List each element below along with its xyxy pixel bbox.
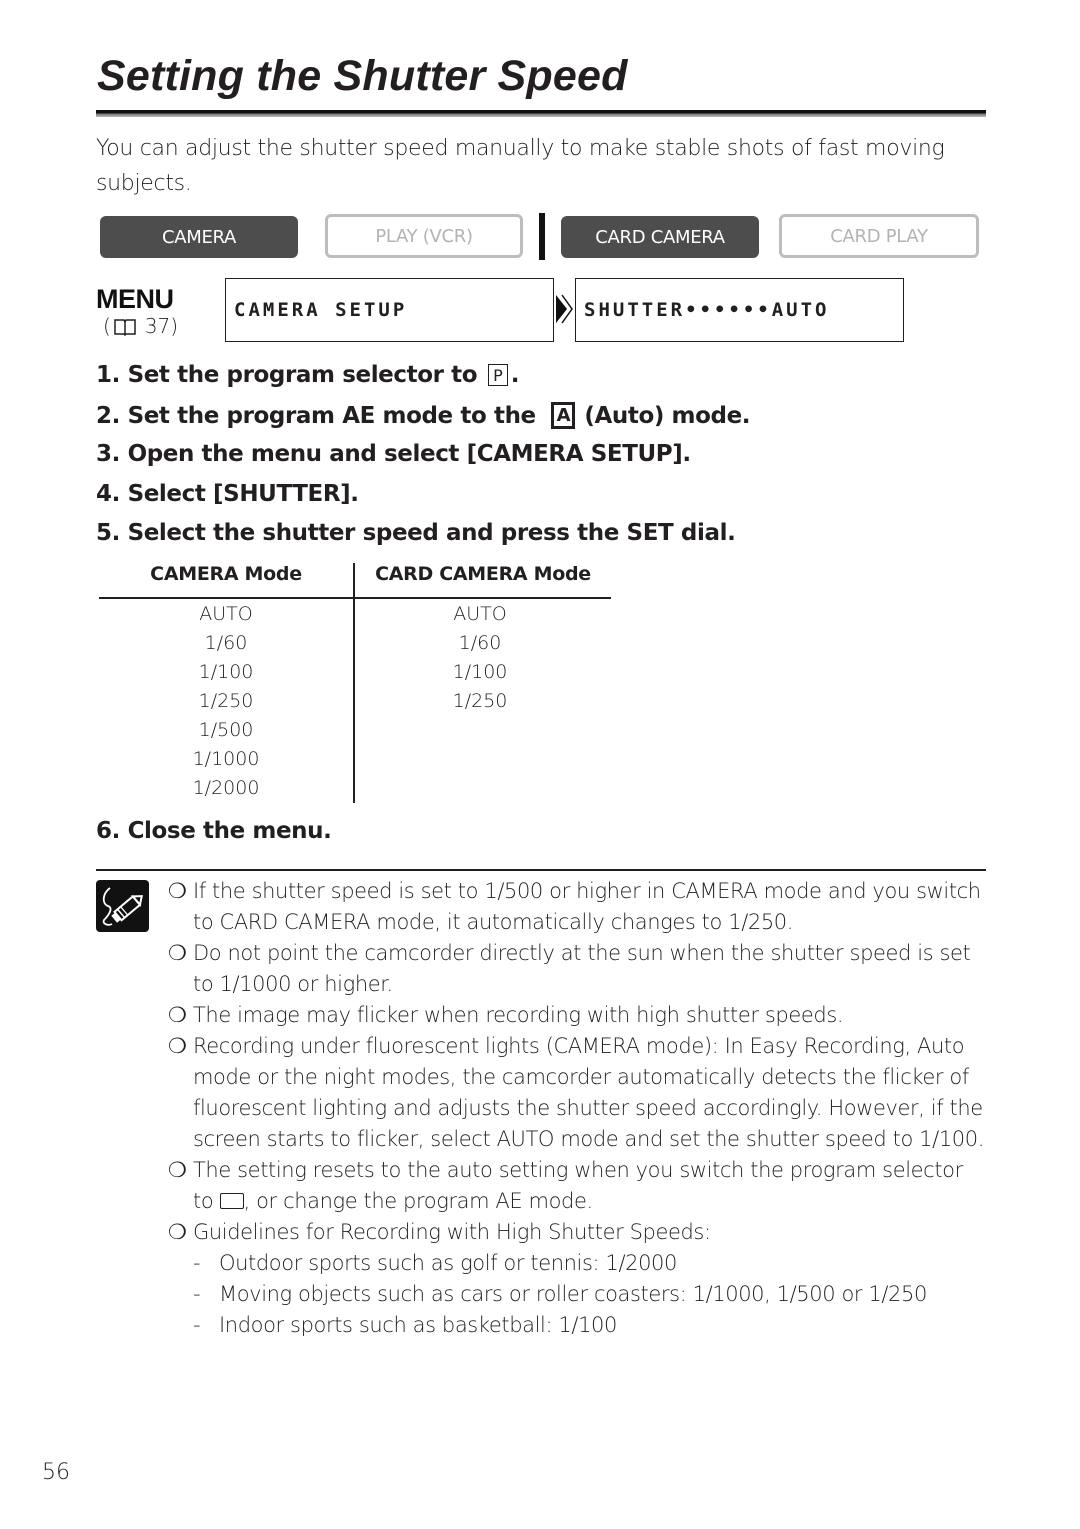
title-rule: [96, 110, 986, 117]
menu-logo: MENU: [96, 284, 174, 314]
step-text: Select [SHUTTER].: [127, 481, 359, 507]
notes-list: ❍ If the shutter speed is set to 1/500 or…: [168, 876, 988, 1341]
step-number: 1.: [96, 362, 120, 388]
program-selector-p-icon: P: [487, 364, 508, 386]
table-cell: 1/60: [458, 632, 502, 654]
step-text: Open the menu and select [CAMERA SETUP].: [127, 441, 692, 467]
table-header-rule: [99, 597, 611, 599]
bullet-icon: ❍: [168, 879, 187, 903]
step-number: 5.: [96, 520, 120, 546]
mode-camera: CAMERA: [100, 216, 298, 258]
ref-page: 37): [144, 314, 179, 338]
table-cell: 1/100: [198, 661, 254, 683]
guideline-text: Moving objects such as cars or roller co…: [219, 1282, 927, 1306]
step-4: 4. Select [SHUTTER].: [96, 481, 359, 507]
page-number: 56: [42, 1460, 70, 1485]
note-item: ❍ Recording under fluorescent lights (CAM…: [168, 1031, 988, 1155]
note-text: Recording under fluorescent lights (CAME…: [193, 1034, 984, 1151]
table-cell: 1/60: [204, 632, 248, 654]
camera-mode-speeds: AUTO 1/60 1/100 1/250 1/500 1/1000 1/200…: [99, 600, 353, 803]
guideline-item: - Indoor sports such as basketball: 1/100: [168, 1310, 988, 1341]
ref-open-paren: (: [103, 314, 111, 338]
note-pencil-icon: [96, 880, 149, 932]
step-text: Select the shutter speed and press the S…: [127, 520, 736, 546]
note-item: ❍ Do not point the camcorder directly at …: [168, 938, 988, 1000]
menu-page-reference: ( 37): [103, 314, 178, 338]
table-cell: 1/250: [198, 690, 254, 712]
guideline-text: Indoor sports such as basketball: 1/100: [219, 1313, 617, 1337]
step-number: 4.: [96, 481, 120, 507]
step-1: 1. Set the program selector to P.: [96, 362, 520, 388]
bullet-icon: ❍: [168, 1220, 187, 1244]
table-header-card-camera-mode: CARD CAMERA Mode: [375, 563, 591, 585]
card-camera-mode-speeds: AUTO 1/60 1/100 1/250: [355, 600, 605, 716]
step-text: Set the program selector to: [127, 362, 485, 388]
guideline-item: - Outdoor sports such as golf or tennis: …: [168, 1248, 988, 1279]
step-number: 6.: [96, 818, 120, 844]
note-item-reset: ❍ The setting resets to the auto setting …: [168, 1155, 988, 1217]
step-5: 5. Select the shutter speed and press th…: [96, 520, 736, 546]
page-title: Setting the Shutter Speed: [97, 52, 628, 100]
menu-path-shutter: SHUTTER••••••AUTO: [575, 278, 904, 342]
step-text-end: (Auto) mode.: [584, 402, 751, 429]
note-text-end: , or change the program AE mode.: [243, 1189, 594, 1213]
menu-path-camera-setup: CAMERA SETUP: [225, 278, 554, 342]
note-item: ❍ If the shutter speed is set to 1/500 or…: [168, 876, 988, 938]
dash: -: [193, 1251, 201, 1275]
step-6: 6. Close the menu.: [96, 818, 332, 844]
step-text: Close the menu.: [127, 818, 332, 844]
notes-rule: [96, 869, 986, 871]
bullet-icon: ❍: [168, 1158, 187, 1182]
table-cell: 1/100: [452, 661, 508, 683]
note-text: Do not point the camcorder directly at t…: [193, 941, 971, 996]
step-number: 3.: [96, 441, 120, 467]
book-icon: [113, 317, 137, 337]
step-number: 2.: [96, 402, 120, 429]
table-cell: 1/250: [452, 690, 508, 712]
step-2: 2. Set the program AE mode to the A (Auto…: [96, 402, 751, 429]
dash: -: [193, 1282, 201, 1306]
note-text: The image may flicker when recording wit…: [193, 1003, 844, 1027]
double-chevron-right-icon: [555, 294, 573, 324]
step-3: 3. Open the menu and select [CAMERA SETU…: [96, 441, 691, 467]
note-item: ❍ The image may flicker when recording wi…: [168, 1000, 988, 1031]
guidelines-heading: Guidelines for Recording with High Shutt…: [193, 1220, 711, 1244]
bullet-icon: ❍: [168, 941, 187, 965]
guideline-item: - Moving objects such as cars or roller c…: [168, 1279, 988, 1310]
table-cell: AUTO: [453, 603, 507, 625]
table-cell: 1/2000: [192, 777, 260, 799]
mode-card-play: CARD PLAY: [779, 214, 979, 258]
note-item-guidelines: ❍ Guidelines for Recording with High Shut…: [168, 1217, 988, 1248]
mode-card-camera: CARD CAMERA: [561, 216, 759, 258]
step-text: Set the program AE mode to the: [127, 402, 544, 429]
guideline-text: Outdoor sports such as golf or tennis: 1…: [219, 1251, 677, 1275]
intro-text: You can adjust the shutter speed manuall…: [96, 136, 945, 196]
mode-play-vcr: PLAY (VCR): [325, 214, 523, 258]
table-cell: 1/1000: [192, 748, 260, 770]
bullet-icon: ❍: [168, 1034, 187, 1058]
step-text-end: .: [510, 362, 520, 388]
bullet-icon: ❍: [168, 1003, 187, 1027]
table-header-camera-mode: CAMERA Mode: [150, 563, 302, 585]
table-cell: AUTO: [199, 603, 253, 625]
easy-recording-icon: [219, 1193, 244, 1209]
dash: -: [193, 1313, 201, 1337]
table-cell: 1/500: [198, 719, 254, 741]
auto-mode-a-icon: A: [551, 402, 576, 429]
mode-divider: [539, 213, 545, 260]
note-text: If the shutter speed is set to 1/500 or …: [193, 879, 981, 934]
